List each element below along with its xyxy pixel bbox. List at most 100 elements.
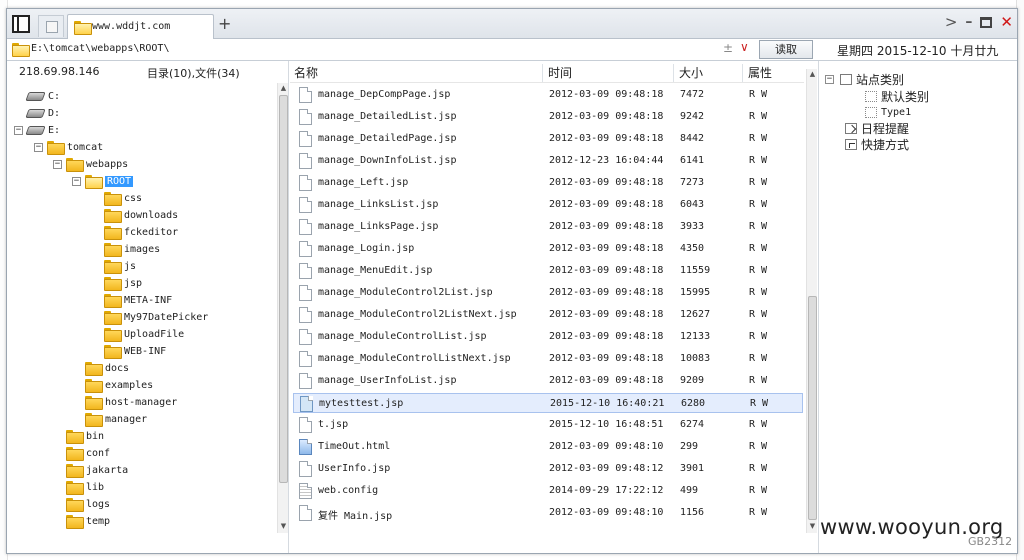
tree-item-label: ROOT: [105, 175, 134, 187]
category-shortcut[interactable]: 快捷方式: [845, 136, 909, 152]
file-row[interactable]: manage_DownInfoList.jsp 2012-12-23 16:04:…: [293, 151, 803, 171]
file-row[interactable]: manage_ModuleControlList.jsp 2012-03-09 0…: [293, 327, 803, 347]
file-icon: [300, 396, 313, 412]
file-row[interactable]: manage_ModuleControlListNext.jsp 2012-03-…: [293, 349, 803, 369]
tree-item[interactable]: manager: [85, 411, 147, 427]
folder-icon: [66, 430, 84, 444]
file-name: manage_ModuleControlListNext.jsp: [318, 353, 511, 364]
tree-item-label: examples: [105, 379, 154, 391]
file-row[interactable]: manage_DetailedList.jsp 2012-03-09 09:48:…: [293, 107, 803, 127]
tree-scrollbar[interactable]: ▲ ▼: [277, 83, 288, 533]
file-row[interactable]: manage_DetailedPage.jsp 2012-03-09 09:48:…: [293, 129, 803, 149]
file-row[interactable]: 复件 Main.jsp 2012-03-09 09:48:10 1156 R W: [293, 503, 803, 523]
tree-item[interactable]: logs: [66, 496, 110, 512]
folder-icon: [104, 277, 122, 291]
file-icon: [299, 263, 312, 279]
tree-item[interactable]: docs: [85, 360, 129, 376]
tree-item[interactable]: downloads: [104, 207, 178, 223]
collapse-icon[interactable]: −: [14, 126, 23, 135]
collapse-icon[interactable]: −: [53, 160, 62, 169]
file-row[interactable]: manage_ModuleControl2ListNext.jsp 2012-03…: [293, 305, 803, 325]
file-row[interactable]: manage_Left.jsp 2012-03-09 09:48:18 7273 R …: [293, 173, 803, 193]
tree-item[interactable]: ROOT: [85, 173, 134, 189]
tree-item[interactable]: css: [104, 190, 142, 206]
tree-item[interactable]: C:: [25, 88, 60, 104]
file-icon: [299, 241, 312, 257]
file-row[interactable]: web.config 2014-09-29 17:22:12 499 R W: [293, 481, 803, 501]
file-size: 10083: [680, 353, 711, 364]
scroll-up-icon[interactable]: ▲: [808, 69, 817, 79]
tree-item[interactable]: images: [104, 241, 160, 257]
maximize-icon[interactable]: [980, 17, 993, 28]
tree-item[interactable]: examples: [85, 377, 153, 393]
sidebar-toggle-icon[interactable]: [12, 15, 30, 33]
file-row[interactable]: manage_LinksPage.jsp 2012-03-09 09:48:18 3…: [293, 217, 803, 237]
tree-item[interactable]: jsp: [104, 275, 142, 291]
file-time: 2012-03-09 09:48:18: [549, 177, 664, 188]
tree-item-label: META-INF: [124, 294, 173, 306]
sort-icon[interactable]: ±: [723, 41, 733, 55]
scroll-down-icon[interactable]: ▼: [279, 521, 288, 531]
file-row[interactable]: manage_DepCompPage.jsp 2012-03-09 09:48:1…: [293, 85, 803, 105]
file-row[interactable]: manage_UserInfoList.jsp 2012-03-09 09:48:…: [293, 371, 803, 391]
scroll-down-icon[interactable]: ▼: [808, 521, 817, 531]
collapse-icon[interactable]: −: [825, 74, 834, 84]
new-tab-button[interactable]: +: [218, 14, 231, 33]
tree-item[interactable]: META-INF: [104, 292, 172, 308]
file-row[interactable]: mytesttest.jsp 2015-12-10 16:40:21 6280 R W: [293, 393, 803, 413]
category-site[interactable]: − 站点类别: [825, 71, 904, 87]
file-row[interactable]: manage_LinksList.jsp 2012-03-09 09:48:18 6…: [293, 195, 803, 215]
column-header-name[interactable]: 名称: [290, 64, 318, 82]
category-schedule[interactable]: 日程提醒: [845, 120, 909, 136]
tab-active[interactable]: www.wddjt.com: [67, 14, 214, 39]
read-button[interactable]: 读取: [759, 40, 813, 59]
category-default[interactable]: 默认类别: [865, 88, 929, 104]
tree-item[interactable]: temp: [66, 513, 110, 529]
file-name: UserInfo.jsp: [318, 463, 391, 474]
column-header-attr[interactable]: 属性: [742, 64, 772, 82]
close-icon[interactable]: ✕: [1000, 15, 1013, 30]
column-header-time[interactable]: 时间: [542, 64, 572, 82]
file-name: manage_LinksList.jsp: [318, 199, 439, 210]
blank-tab[interactable]: [38, 15, 64, 37]
file-row[interactable]: UserInfo.jsp 2012-03-09 09:48:12 3901 R W: [293, 459, 803, 479]
collapse-icon[interactable]: −: [34, 143, 43, 152]
tree-item[interactable]: tomcat: [47, 139, 103, 155]
tree-item[interactable]: WEB-INF: [104, 343, 166, 359]
file-row[interactable]: manage_MenuEdit.jsp 2012-03-09 09:48:18 11…: [293, 261, 803, 281]
tree-item[interactable]: UploadFile: [104, 326, 184, 342]
file-list-scrollbar[interactable]: ▲ ▼: [806, 69, 817, 533]
chevron-right-icon[interactable]: >: [945, 15, 958, 30]
address-input[interactable]: E:\tomcat\webapps\ROOT\: [31, 43, 169, 54]
tree-scroll-thumb[interactable]: [279, 95, 288, 483]
category-type1[interactable]: Type1: [865, 104, 911, 120]
tree-item[interactable]: host-manager: [85, 394, 177, 410]
file-row[interactable]: t.jsp 2015-12-10 16:48:51 6274 R W: [293, 415, 803, 435]
file-time: 2012-03-09 09:48:18: [549, 353, 664, 364]
file-row[interactable]: manage_ModuleControl2List.jsp 2012-03-09 …: [293, 283, 803, 303]
tree-item[interactable]: lib: [66, 479, 104, 495]
scroll-up-icon[interactable]: ▲: [279, 83, 288, 93]
category-icon: [865, 106, 877, 118]
tree-item[interactable]: webapps: [66, 156, 128, 172]
tree-item[interactable]: My97DatePicker: [104, 309, 208, 325]
file-time: 2015-12-10 16:48:51: [549, 419, 664, 430]
tree-item-label: lib: [86, 481, 105, 493]
tree-item[interactable]: E:: [25, 122, 60, 138]
tree-item[interactable]: bin: [66, 428, 104, 444]
folder-icon: [104, 311, 122, 325]
chevron-down-icon[interactable]: ∨: [740, 40, 749, 54]
tree-item[interactable]: js: [104, 258, 136, 274]
tree-item[interactable]: fckeditor: [104, 224, 178, 240]
tree-item[interactable]: conf: [66, 445, 110, 461]
file-scroll-thumb[interactable]: [808, 296, 817, 520]
file-attr: R W: [749, 507, 768, 518]
tree-item[interactable]: jakarta: [66, 462, 128, 478]
tree-item[interactable]: D:: [25, 105, 60, 121]
collapse-icon[interactable]: −: [72, 177, 81, 186]
column-header-size[interactable]: 大小: [673, 64, 703, 82]
minimize-icon[interactable]: –: [965, 15, 972, 30]
file-row[interactable]: manage_Login.jsp 2012-03-09 09:48:18 4350 R…: [293, 239, 803, 259]
category-shortcut-label: 快捷方式: [861, 137, 910, 152]
file-row[interactable]: TimeOut.html 2012-03-09 09:48:10 299 R W: [293, 437, 803, 457]
